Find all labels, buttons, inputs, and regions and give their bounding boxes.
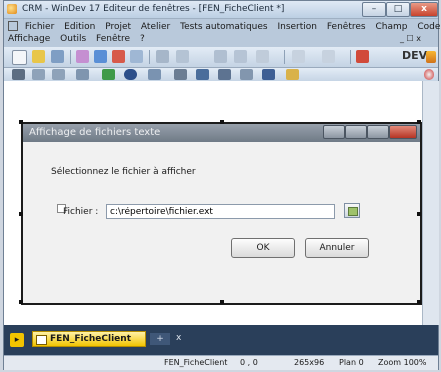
instruction-label: Sélectionnez le fichier à afficher	[51, 167, 196, 177]
tab-control-icon[interactable]	[240, 69, 253, 80]
save-icon[interactable]	[51, 50, 64, 63]
close-tab-button[interactable]: x	[176, 333, 181, 343]
app-icon	[7, 4, 17, 14]
menu-champ[interactable]: Champ	[375, 22, 407, 32]
file-path-input[interactable]	[106, 204, 335, 219]
menu-projet[interactable]: Projet	[105, 22, 131, 32]
status-coords: 0 , 0	[240, 358, 258, 367]
treeview-control-icon[interactable]	[262, 69, 275, 80]
menu-fichier[interactable]: Fichier	[25, 22, 54, 32]
status-size: 265x96	[294, 358, 325, 367]
project-icon[interactable]	[76, 50, 89, 63]
button-control-icon[interactable]	[76, 69, 89, 80]
status-window-name: FEN_FicheClient	[164, 358, 228, 367]
menu-bar-2: Affichage Outils Fenêtre ?	[8, 34, 152, 44]
dialog-affichage-fichiers[interactable]: Affichage de fichiers texte Sélectionnez…	[19, 120, 422, 305]
window-icon[interactable]	[130, 50, 143, 63]
status-zoom: Zoom 100%	[378, 358, 427, 367]
folder-icon	[348, 207, 358, 216]
dialog-restore-button[interactable]	[345, 125, 367, 139]
image-control-icon[interactable]	[12, 69, 25, 80]
combo-control-icon[interactable]	[196, 69, 209, 80]
radio-control-icon[interactable]	[124, 69, 137, 80]
status-plan: Plan 0	[339, 358, 364, 367]
go-icon[interactable]	[356, 50, 369, 63]
edit-control-icon[interactable]	[52, 69, 65, 80]
main-window: CRM - WinDev 17 Editeur de fenêtres - [F…	[3, 0, 441, 370]
menu-fenetre[interactable]: Fenêtre	[96, 34, 130, 44]
mdi-controls[interactable]: _ ☐ x	[400, 34, 421, 43]
menu-atelier[interactable]: Atelier	[141, 22, 170, 32]
analysis-icon[interactable]	[94, 50, 107, 63]
more-controls-icon[interactable]	[286, 69, 299, 80]
print-icon[interactable]	[156, 50, 169, 63]
dialog-maximize-button[interactable]	[367, 125, 389, 139]
document-icon	[8, 21, 18, 31]
dialog-title-bar[interactable]: Affichage de fichiers texte	[23, 124, 420, 142]
menu-tests[interactable]: Tests automatiques	[180, 22, 267, 32]
window-icon	[36, 335, 47, 345]
window-title: CRM - WinDev 17 Editeur de fenêtres - [F…	[22, 4, 285, 14]
paste-icon[interactable]	[234, 50, 247, 63]
cancel-button[interactable]: Annuler	[305, 238, 369, 258]
cut-icon[interactable]	[176, 50, 189, 63]
file-label: Fichier :	[63, 207, 99, 217]
title-bar[interactable]: CRM - WinDev 17 Editeur de fenêtres - [F…	[4, 1, 438, 19]
new-icon[interactable]	[12, 50, 27, 65]
redo-icon[interactable]	[322, 50, 335, 63]
window-tabs-bar: ▸ FEN_FicheClient + x	[4, 325, 438, 355]
maximize-button[interactable]: □	[386, 2, 410, 17]
tab-label: FEN_FicheClient	[50, 334, 131, 344]
undo-icon[interactable]	[292, 50, 305, 63]
copy-icon[interactable]	[214, 50, 227, 63]
pin-icon[interactable]: ▸	[10, 333, 24, 347]
minimize-button[interactable]: –	[362, 2, 386, 17]
image-field-icon[interactable]	[102, 69, 115, 80]
color-icon[interactable]	[424, 69, 434, 80]
checkbox-control-icon[interactable]	[148, 69, 161, 80]
menu-fenetres[interactable]: Fenêtres	[327, 22, 366, 32]
logo-mark-icon	[426, 51, 436, 63]
windev-logo: DEV	[402, 49, 428, 62]
tools-icon[interactable]	[256, 50, 269, 63]
open-icon[interactable]	[32, 50, 45, 63]
dialog-title: Affichage de fichiers texte	[29, 127, 161, 138]
ok-button[interactable]: OK	[231, 238, 295, 258]
code-icon[interactable]	[112, 50, 125, 63]
menu-insertion[interactable]: Insertion	[277, 22, 317, 32]
table-control-icon[interactable]	[218, 69, 231, 80]
status-bar: FEN_FicheClient 0 , 0 265x96 Plan 0 Zoom…	[4, 355, 438, 370]
toolbar-standard: DEV	[4, 47, 438, 68]
menu-affichage[interactable]: Affichage	[8, 34, 50, 44]
close-button[interactable]: x	[410, 2, 438, 17]
menu-outils[interactable]: Outils	[60, 34, 86, 44]
dialog-close-button[interactable]	[389, 125, 417, 139]
menu-code[interactable]: Code	[417, 22, 440, 32]
list-control-icon[interactable]	[174, 69, 187, 80]
new-tab-button[interactable]: +	[150, 333, 170, 345]
menu-edition[interactable]: Edition	[64, 22, 95, 32]
right-panel-strip	[422, 81, 439, 325]
browse-button[interactable]	[344, 203, 360, 218]
static-control-icon[interactable]	[32, 69, 45, 80]
menu-help[interactable]: ?	[140, 34, 145, 44]
menu-bar: Fichier Edition Projet Atelier Tests aut…	[8, 21, 441, 32]
tab-fen-ficheclient[interactable]: FEN_FicheClient	[32, 331, 146, 347]
dialog-minimize-button[interactable]	[323, 125, 345, 139]
